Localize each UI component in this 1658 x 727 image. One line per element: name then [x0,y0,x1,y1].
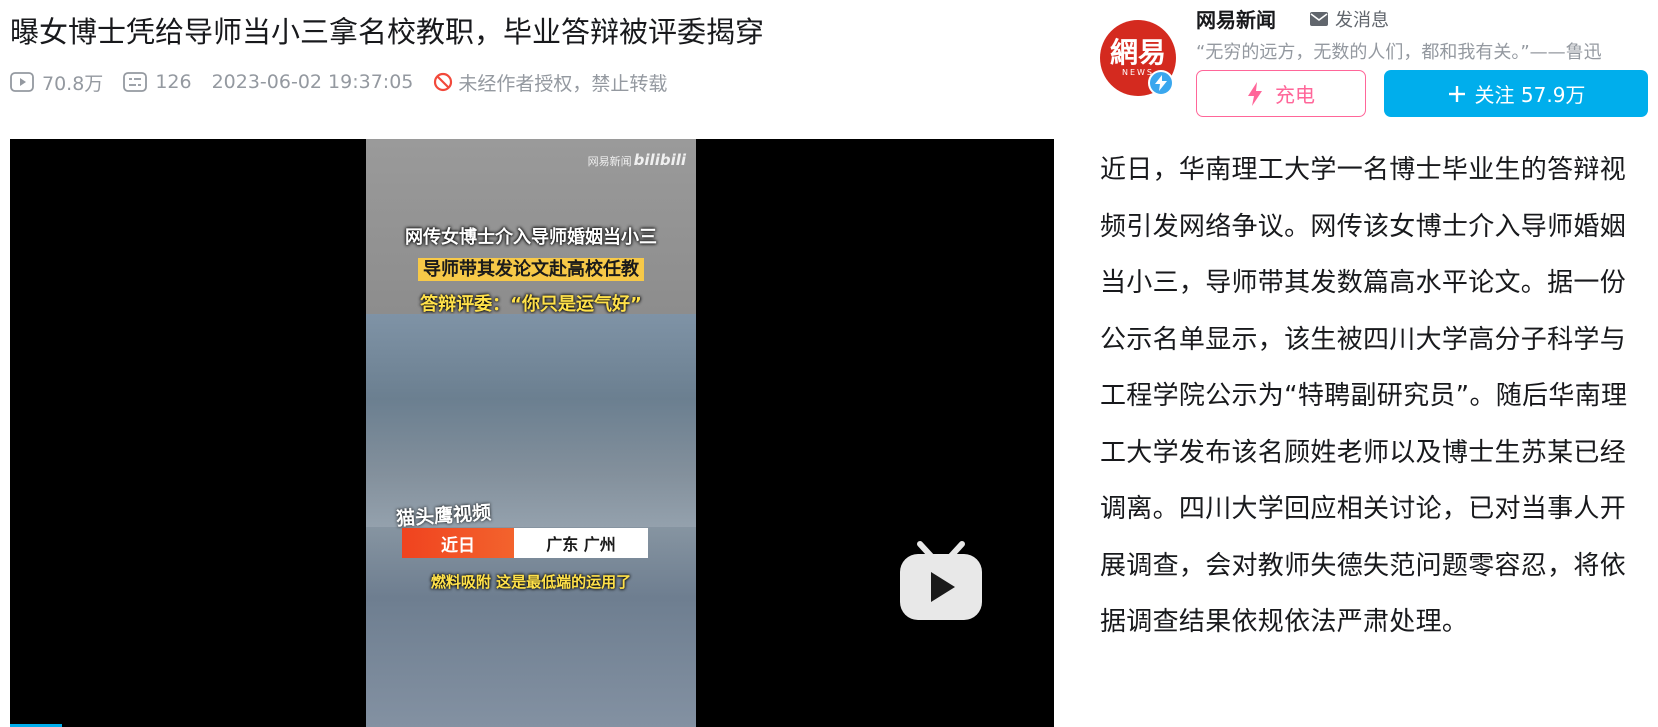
send-message-label: 发消息 [1335,10,1389,31]
view-count: 70.8万 [10,69,103,96]
video-frame: 网易新闻 bilibili 网传女博士介入导师婚姻当小三 导师带其发论文赴高校任教… [366,139,696,727]
follow-label: 关注 57.9万 [1474,83,1586,107]
avatar-text-cn: 網易 [1109,36,1166,69]
video-description: 近日，华南理工大学一名博士毕业生的答辩视频引发网络争议。网传该女博士介入导师婚姻… [1100,155,1628,637]
location-tag-time: 近日 [402,528,514,558]
view-count-value: 70.8万 [42,72,104,95]
copyright-notice-text: 未经作者授权，禁止转载 [458,72,668,95]
uploader-name[interactable]: 网易新闻 [1196,4,1276,33]
danmaku-count-value: 126 [155,71,192,93]
verified-badge-icon [1148,70,1174,96]
publish-date: 2023-06-02 19:37:05 [211,71,414,93]
mail-icon [1310,12,1328,26]
danmaku-count: 126 [123,71,192,93]
blurred-foreground [366,314,696,527]
uploader-signature: “无穷的远方，无数的人们，都和我有关。”——鲁迅 [1196,42,1602,63]
video-player[interactable]: 网易新闻 bilibili 网传女博士介入导师婚姻当小三 导师带其发论文赴高校任教… [10,139,1054,727]
video-meta: 70.8万 126 2023-06-02 19:37:05 未经作者授权，禁止转… [10,64,667,100]
video-title: 曝女博士凭给导师当小三拿名校教职，毕业答辩被评委揭穿 [10,15,765,49]
charge-label: 充电 [1275,83,1315,107]
lightning-icon [1248,81,1262,106]
play-count-icon [10,72,34,92]
location-tag-place: 广东 广州 [514,528,648,558]
danmaku-icon [123,72,148,92]
send-message-button[interactable]: 发消息 [1309,6,1389,32]
plus-icon [1448,85,1465,102]
charge-button[interactable]: 充电 [1196,70,1366,117]
video-subtitle: 燃料吸附 这是最低端的运用了 [430,573,632,591]
bilibili-logo: bilibili [633,151,686,169]
follow-button[interactable]: 关注 57.9万 [1384,70,1648,117]
caption-line-1: 网传女博士介入导师婚姻当小三 [405,227,657,248]
location-tag: 近日 广东 广州 [402,528,648,558]
bilibili-tv-play-icon[interactable] [898,540,984,622]
caption-line-3: 答辩评委：“你只是运气好” [420,294,642,315]
caption-line-2: 导师带其发论文赴高校任教 [366,255,696,281]
video-watermark: 网易新闻 bilibili [587,151,686,169]
forbidden-icon [434,72,453,92]
copyright-notice: 未经作者授权，禁止转载 [433,69,667,96]
